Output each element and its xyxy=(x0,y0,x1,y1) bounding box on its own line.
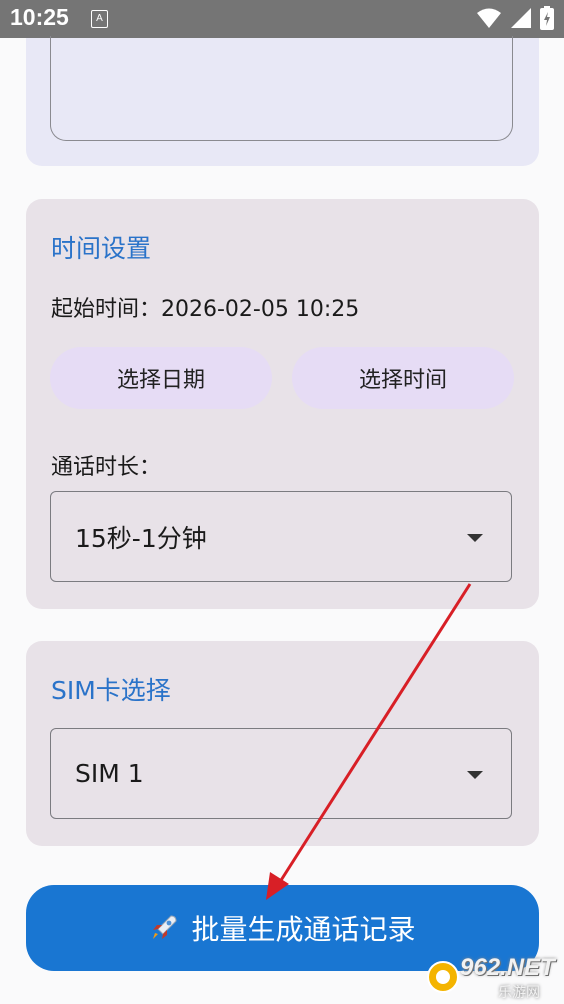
generate-button-label: 批量生成通话记录 xyxy=(191,913,416,946)
dropdown-arrow-icon xyxy=(467,771,483,779)
dropdown-arrow-icon xyxy=(467,534,483,542)
wifi-icon xyxy=(477,8,501,28)
notification-icon: A xyxy=(91,10,108,28)
status-time: 10:25 xyxy=(10,4,69,30)
time-settings-card: 时间设置 起始时间：2026-02-05 10:25 选择日期 选择时间 通话时… xyxy=(26,199,539,609)
watermark-subtext: 乐游网 xyxy=(498,985,540,1001)
site-watermark: 962.NET 乐游网 xyxy=(426,954,558,1001)
duration-value: 15秒-1分钟 xyxy=(75,523,207,553)
system-icons xyxy=(476,6,554,30)
select-time-button[interactable]: 选择时间 xyxy=(292,347,514,409)
sim-title: SIM卡选择 xyxy=(51,676,171,705)
time-settings-title: 时间设置 xyxy=(51,234,152,263)
battery-icon xyxy=(540,6,554,30)
duration-dropdown[interactable]: 15秒-1分钟 xyxy=(50,491,512,582)
sim-dropdown[interactable]: SIM 1 xyxy=(50,728,512,819)
signal-icon xyxy=(511,8,531,28)
select-date-button[interactable]: 选择日期 xyxy=(50,347,272,409)
start-time-label: 起始时间：2026-02-05 10:25 xyxy=(51,297,360,322)
status-bar: 10:25 A xyxy=(0,0,564,38)
sim-card: SIM卡选择 SIM 1 xyxy=(26,641,539,846)
watermark-text: 962.NET xyxy=(460,954,555,981)
content-textarea[interactable] xyxy=(50,36,513,141)
content-card xyxy=(26,36,539,166)
sim-value: SIM 1 xyxy=(75,759,144,788)
rocket-icon xyxy=(153,915,177,939)
watermark-logo-icon xyxy=(427,961,459,993)
duration-label: 通话时长： xyxy=(51,455,162,480)
